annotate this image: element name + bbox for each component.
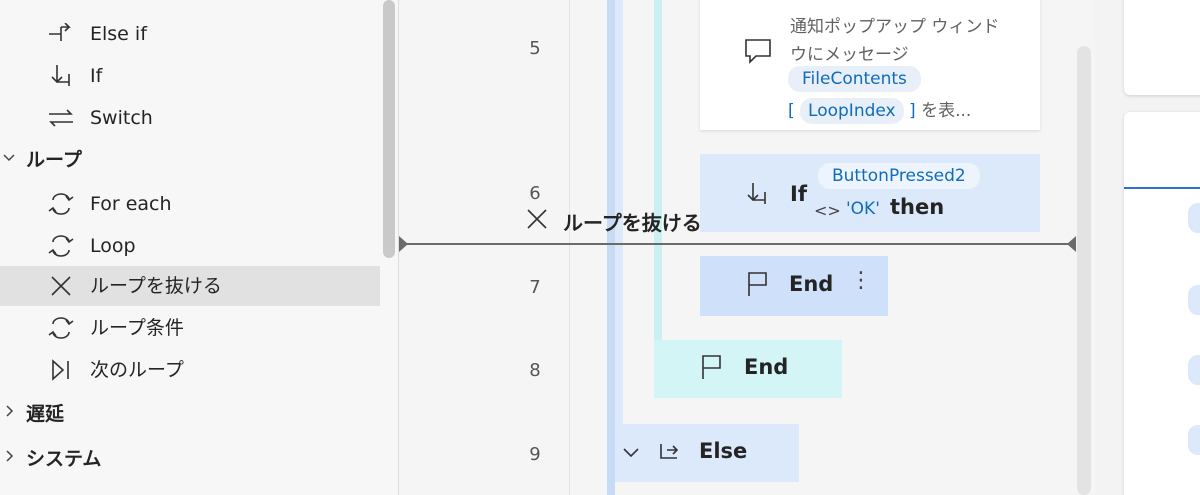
message-suffix: を表... (921, 101, 972, 121)
drag-ghost-label: ループを抜ける (563, 210, 702, 235)
action-label: Else if (90, 23, 147, 45)
action-for-each[interactable]: For each (0, 184, 380, 224)
flag-icon (746, 271, 770, 301)
header-divider (1124, 187, 1200, 189)
step-else[interactable]: Else (615, 424, 799, 482)
more-options-icon[interactable]: ⋮ (850, 268, 872, 293)
action-label: For each (90, 193, 172, 215)
chevron-right-icon (3, 450, 15, 466)
line-number: 7 (529, 277, 541, 298)
flow-canvas[interactable]: 5 6 7 8 9 通知ポップアップ ウィンド ウにメッセージ FileCont… (399, 0, 1095, 495)
chevron-down-icon[interactable] (623, 444, 639, 463)
flag-icon (700, 354, 724, 384)
chevron-down-icon (3, 151, 15, 167)
line-number: 8 (529, 360, 541, 381)
chevron-right-icon (3, 405, 15, 421)
variable-chip[interactable] (1188, 355, 1200, 385)
group-label: システム (26, 448, 102, 470)
switch-icon (46, 106, 76, 130)
action-label: Loop (90, 235, 136, 257)
end-keyword: End (789, 272, 834, 296)
if-icon (46, 64, 76, 88)
message-text-line2: ウにメッセージ (790, 45, 909, 65)
group-label: ループ (26, 149, 82, 171)
variable-token[interactable]: FileContents (788, 66, 921, 92)
group-loop[interactable]: ループ (0, 140, 380, 180)
if-keyword: If (790, 182, 807, 206)
variable-chip[interactable] (1188, 425, 1200, 455)
action-label: ループ条件 (90, 317, 184, 339)
line-number: 9 (529, 444, 541, 465)
exit-loop-icon (525, 207, 549, 235)
action-else-if[interactable]: Else if (0, 14, 380, 54)
drop-indicator-left (399, 236, 408, 252)
nesting-rail (654, 0, 662, 345)
action-exit-loop[interactable]: ループを抜ける (0, 266, 380, 306)
variable-chip[interactable] (1188, 285, 1200, 315)
action-loop-condition[interactable]: ループ条件 (0, 308, 380, 348)
actions-panel: Else if If Switch ループ For each Loop ループを… (0, 0, 399, 495)
bracket-close: ] (909, 101, 916, 121)
action-loop[interactable]: Loop (0, 226, 380, 266)
variables-panel (1096, 0, 1200, 495)
line-number-gutter (399, 0, 570, 495)
step-show-message[interactable]: 通知ポップアップ ウィンド ウにメッセージ FileContents [ Loo… (700, 0, 1040, 130)
action-label: ループを抜ける (90, 275, 222, 297)
variable-token[interactable]: ButtonPressed2 (818, 163, 980, 189)
panel-card (1124, 0, 1200, 95)
line-number: 5 (529, 38, 541, 59)
group-delay[interactable]: 遅延 (0, 394, 380, 434)
action-if[interactable]: If (0, 56, 380, 96)
step-if[interactable]: If ButtonPressed2 <> 'OK' then (700, 154, 1040, 232)
then-keyword: then (890, 195, 945, 219)
action-next-loop[interactable]: 次のループ (0, 350, 380, 390)
step-end-outer[interactable]: End (654, 340, 842, 398)
if-icon (744, 182, 770, 210)
nesting-rail (607, 0, 615, 495)
else-icon (653, 440, 681, 468)
value-token: 'OK' (846, 199, 880, 219)
canvas-scrollbar[interactable] (1077, 46, 1091, 495)
drop-indicator-line (399, 243, 1076, 245)
variable-token[interactable]: LoopIndex (800, 98, 904, 124)
for-each-icon (46, 192, 76, 216)
action-switch[interactable]: Switch (0, 98, 380, 138)
operator: <> (814, 201, 841, 220)
action-label: If (90, 65, 103, 87)
group-label: 遅延 (26, 403, 65, 425)
else-if-icon (46, 22, 76, 46)
action-label: 次のループ (90, 359, 184, 381)
group-system[interactable]: システム (0, 439, 380, 479)
drop-indicator-right (1067, 236, 1076, 252)
actions-scrollbar[interactable] (383, 0, 395, 258)
message-icon (744, 38, 772, 68)
variable-chip[interactable] (1188, 203, 1200, 233)
drag-ghost: ループを抜ける (525, 206, 702, 236)
else-keyword: Else (699, 439, 748, 463)
next-loop-icon (46, 358, 76, 382)
exit-loop-icon (46, 274, 76, 298)
loop-condition-icon (46, 316, 76, 340)
action-label: Switch (90, 107, 153, 129)
line-number: 6 (529, 183, 541, 204)
step-end-inner[interactable]: End ⋮ (700, 256, 888, 316)
message-text-line1: 通知ポップアップ ウィンド (790, 17, 1000, 37)
loop-icon (46, 234, 76, 258)
end-keyword: End (744, 355, 789, 379)
bracket-open: [ (788, 101, 795, 121)
